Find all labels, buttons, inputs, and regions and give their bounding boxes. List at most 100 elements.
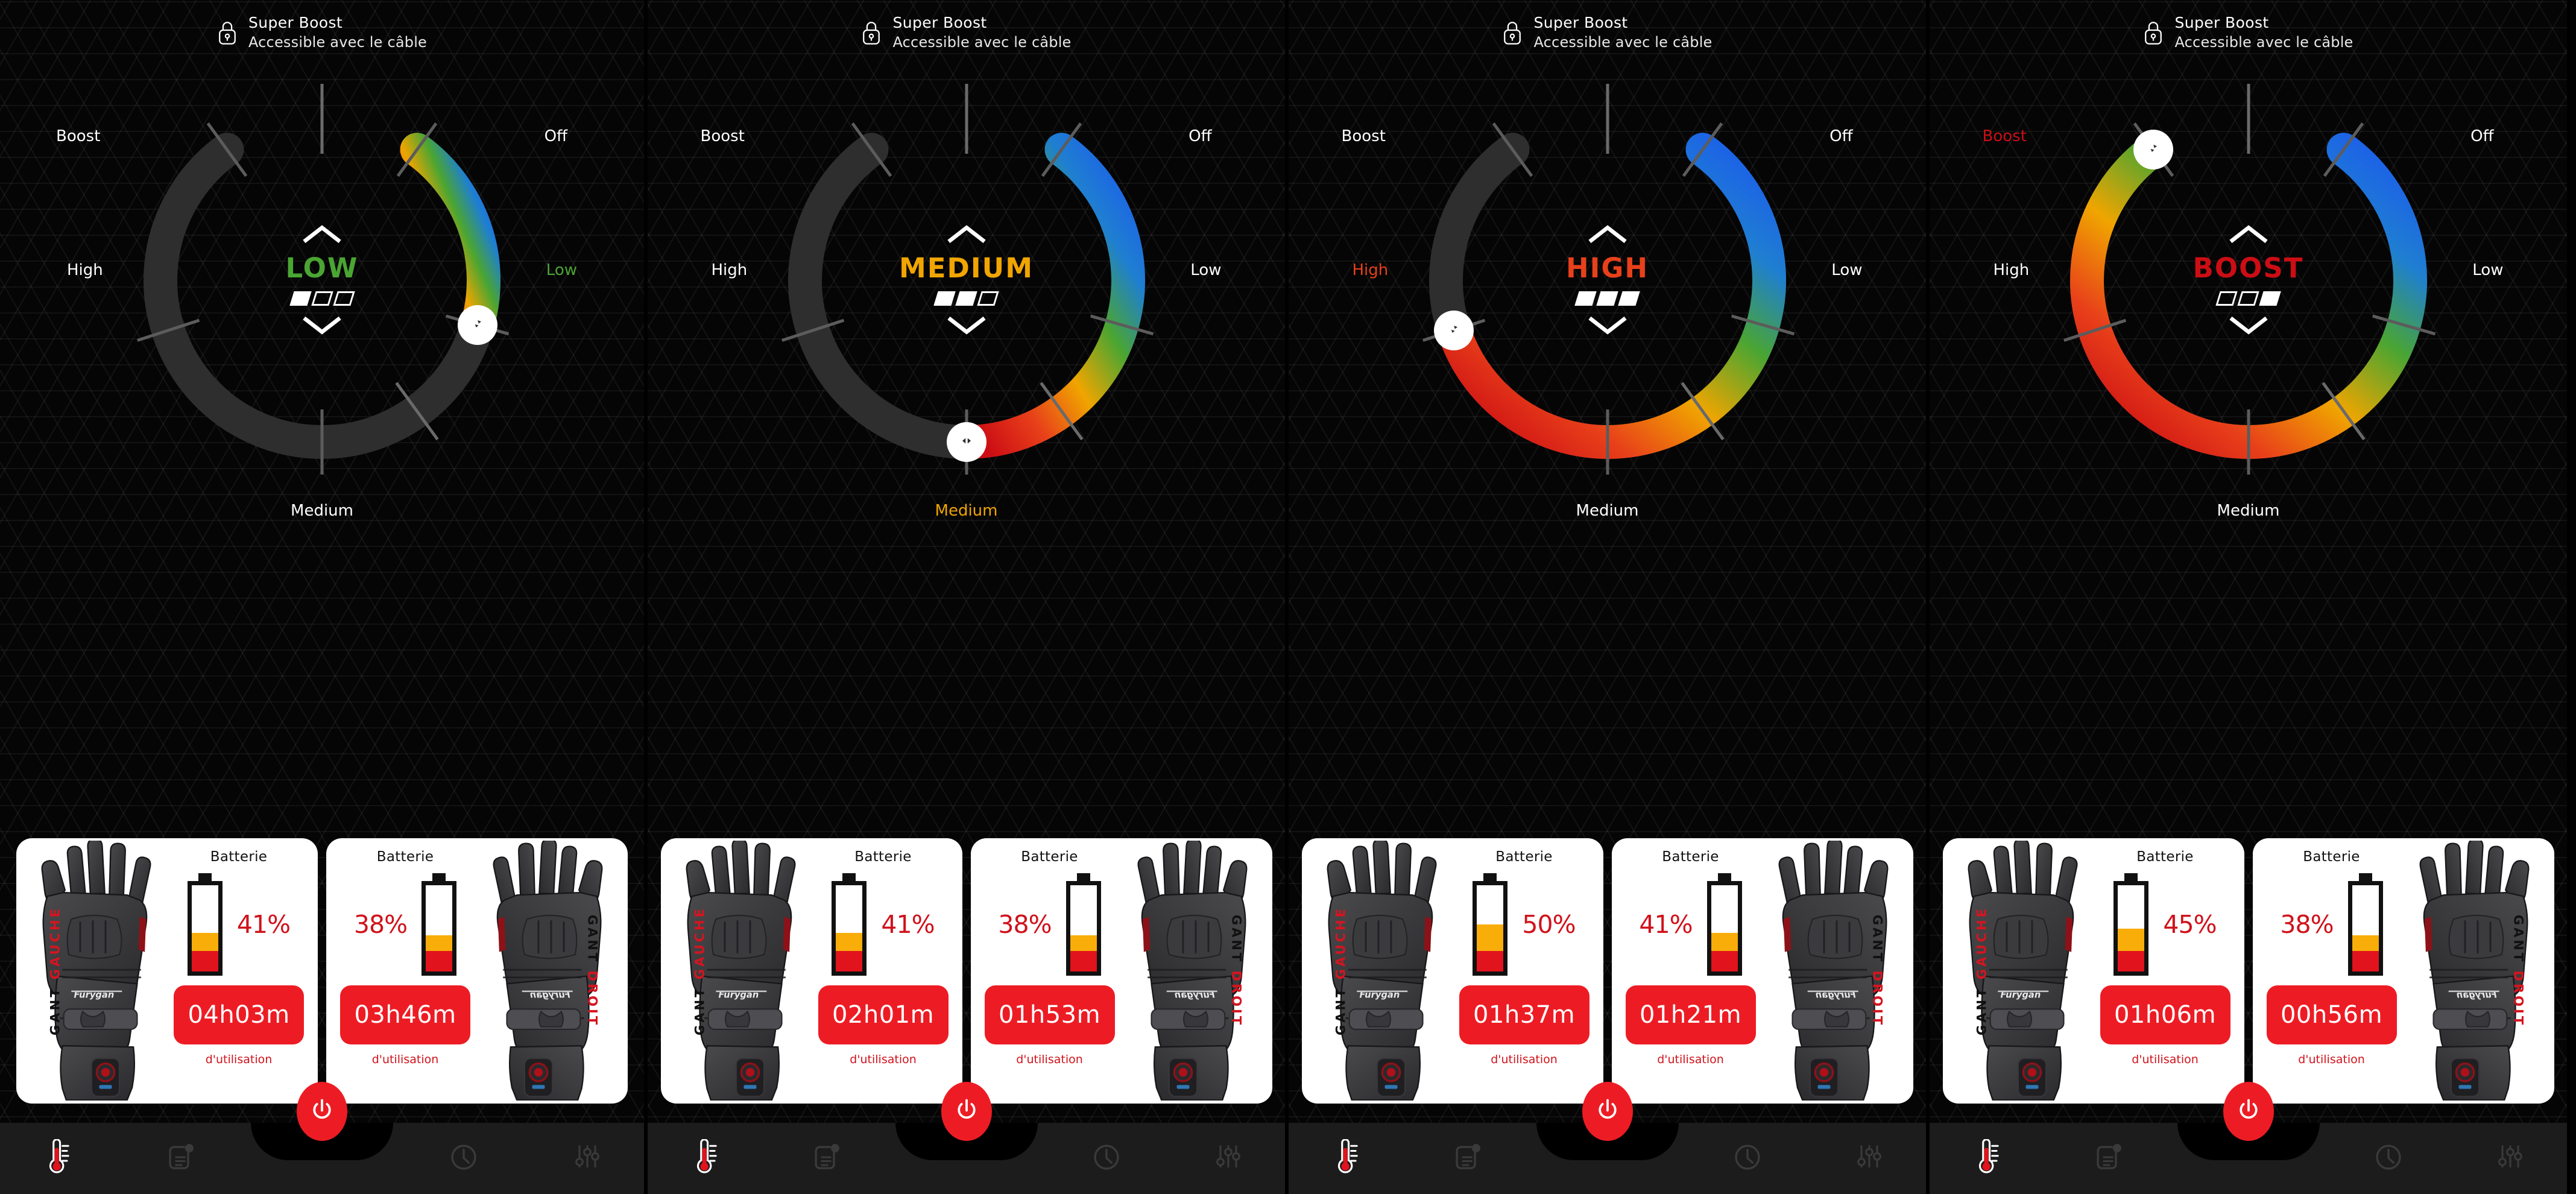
battery-body	[421, 881, 457, 976]
usage-caption: d'utilisation	[1657, 1053, 1724, 1066]
super-boost-header: Super Boost Accessible avec le câble	[1289, 13, 1926, 52]
chevron-up-icon[interactable]	[1586, 223, 1629, 246]
battery-gauge	[1706, 873, 1742, 976]
nav-button-temperature[interactable]	[1950, 1123, 2022, 1194]
glove-side-name: GAUCHE	[1974, 906, 1989, 980]
battery-fill-red	[1070, 950, 1097, 971]
chevron-down-icon[interactable]	[945, 315, 988, 338]
dial-tick-low[interactable]: Low	[1831, 262, 1862, 278]
remaining-time-pill: 00h56m	[2266, 985, 2397, 1044]
nav-button-timer[interactable]	[1711, 1123, 1784, 1194]
dial-knob-handle[interactable]	[1433, 310, 1474, 350]
glove-side-prefix: GANT	[1229, 914, 1244, 971]
nav-button-temperature[interactable]	[1309, 1123, 1381, 1194]
level-block-1	[1574, 291, 1597, 306]
power-button[interactable]	[1582, 1082, 1633, 1141]
dial-knob-handle[interactable]	[946, 422, 987, 462]
dial-tick-high[interactable]: High	[67, 262, 103, 278]
glove-card-left[interactable]: Furygan GANT GAUCHE Batterie 41% 02h01m …	[660, 838, 962, 1104]
nav-button-timer[interactable]	[2352, 1123, 2425, 1194]
header-title: Super Boost	[892, 14, 987, 31]
glove-card-right[interactable]: Furygan GANT DROIT Batterie 38% 00h56m d…	[2252, 838, 2554, 1104]
nav-button-notes[interactable]	[144, 1123, 216, 1194]
dial-tick-medium[interactable]: Medium	[935, 503, 998, 519]
nav-button-notes[interactable]	[2072, 1123, 2144, 1194]
battery-fill-red	[2118, 950, 2145, 971]
glove-side-name: GAUCHE	[1333, 906, 1348, 980]
chevron-down-icon[interactable]	[300, 315, 344, 338]
battery-fill-amber	[2352, 935, 2379, 951]
chevron-down-icon[interactable]	[2227, 315, 2270, 338]
usage-caption: d'utilisation	[205, 1053, 273, 1066]
dial-tick-off[interactable]: Off	[1189, 128, 1211, 144]
chevron-up-icon[interactable]	[300, 223, 344, 246]
heat-level-dial[interactable]: Off Low Medium High Boost LOW	[56, 72, 577, 519]
glove-card-right[interactable]: Furygan GANT DROIT Batterie 38% 03h46m d…	[326, 838, 628, 1104]
nav-button-temperature[interactable]	[21, 1123, 93, 1194]
battery-fill-red	[426, 950, 453, 971]
panel-medium: Super Boost Accessible avec le câble Off…	[644, 0, 1285, 1194]
glove-side-prefix: GANT	[585, 914, 600, 971]
nav-button-notes[interactable]	[1431, 1123, 1503, 1194]
dial-tick-low[interactable]: Low	[2472, 262, 2503, 278]
glove-cards-row: Furygan GANT GAUCHE Batterie 50% 01h37m …	[1289, 838, 1926, 1104]
battery-fill-red	[1477, 950, 1504, 971]
nav-button-settings[interactable]	[1833, 1123, 1905, 1194]
dial-tick-boost[interactable]: Boost	[1342, 128, 1386, 144]
dial-tick-off[interactable]: Off	[2470, 128, 2493, 144]
dial-tick-off[interactable]: Off	[545, 128, 567, 144]
clock-icon	[448, 1139, 479, 1178]
battery-fill-red	[1711, 950, 1738, 971]
dial-tick-high[interactable]: High	[1353, 262, 1389, 278]
chevron-up-icon[interactable]	[2227, 223, 2270, 246]
glove-side-name: DROIT	[1870, 970, 1885, 1028]
dial-tick-low[interactable]: Low	[546, 262, 577, 278]
dial-tick-medium[interactable]: Medium	[2217, 503, 2280, 519]
glove-card-right[interactable]: Furygan GANT DROIT Batterie 38% 01h53m d…	[970, 838, 1272, 1104]
glove-card-left[interactable]: Furygan GANT GAUCHE Batterie 50% 01h37m …	[1301, 838, 1603, 1104]
power-button[interactable]	[941, 1082, 992, 1141]
glove-card-left[interactable]: Furygan GANT GAUCHE Batterie 41% 04h03m …	[16, 838, 318, 1104]
nav-button-settings[interactable]	[2474, 1123, 2546, 1194]
nav-button-timer[interactable]	[1070, 1123, 1143, 1194]
dial-knob-handle[interactable]	[2133, 130, 2173, 170]
power-button[interactable]	[297, 1082, 347, 1141]
heat-level-dial[interactable]: Off Low Medium High Boost BOOST	[1983, 72, 2504, 519]
dial-tick-off[interactable]: Off	[1829, 128, 1852, 144]
level-block-3	[2259, 291, 2281, 306]
dial-tick-high[interactable]: High	[1994, 262, 2030, 278]
nav-button-settings[interactable]	[551, 1123, 623, 1194]
glove-card-right[interactable]: Furygan GANT DROIT Batterie 41% 01h21m d…	[1611, 838, 1913, 1104]
nav-button-timer[interactable]	[428, 1123, 500, 1194]
dial-tick-boost[interactable]: Boost	[56, 128, 100, 144]
glove-side-label: GANT DROIT	[2511, 915, 2526, 1027]
glove-side-prefix: GANT	[692, 979, 707, 1035]
power-button[interactable]	[2223, 1082, 2274, 1141]
super-boost-header: Super Boost Accessible avec le câble	[1930, 13, 2567, 52]
lock-icon	[861, 20, 882, 45]
nav-button-settings[interactable]	[1192, 1123, 1264, 1194]
dial-tick-medium[interactable]: Medium	[1576, 503, 1639, 519]
chevron-up-icon[interactable]	[945, 223, 988, 246]
glove-side-prefix: GANT	[1870, 914, 1885, 971]
nav-button-notes[interactable]	[790, 1123, 862, 1194]
dial-tick-boost[interactable]: Boost	[701, 128, 745, 144]
header-title: Super Boost	[248, 14, 343, 31]
battery-percentage: 38%	[353, 910, 408, 939]
glove-card-left[interactable]: Furygan GANT GAUCHE Batterie 45% 01h06m …	[1942, 838, 2244, 1104]
remaining-time-pill: 01h53m	[984, 985, 1115, 1044]
dial-tick-boost[interactable]: Boost	[1983, 128, 2027, 144]
remaining-time-pill: 01h37m	[1459, 985, 1589, 1044]
glove-cards-row: Furygan GANT GAUCHE Batterie 45% 01h06m …	[1930, 838, 2567, 1104]
nav-button-temperature[interactable]	[668, 1123, 740, 1194]
dial-tick-high[interactable]: High	[712, 262, 748, 278]
dial-knob-handle[interactable]	[457, 305, 497, 345]
heat-level-dial[interactable]: Off Low Medium High Boost MEDIUM	[701, 72, 1222, 519]
heat-level-dial[interactable]: Off Low Medium High Boost HIGH	[1342, 72, 1863, 519]
dial-tick-low[interactable]: Low	[1190, 262, 1221, 278]
chevron-down-icon[interactable]	[1586, 315, 1629, 338]
dial-tick-medium[interactable]: Medium	[291, 503, 353, 519]
header-subtitle: Accessible avec le câble	[1533, 33, 1713, 51]
header-title: Super Boost	[2174, 14, 2269, 31]
sliders-icon	[1213, 1139, 1244, 1178]
